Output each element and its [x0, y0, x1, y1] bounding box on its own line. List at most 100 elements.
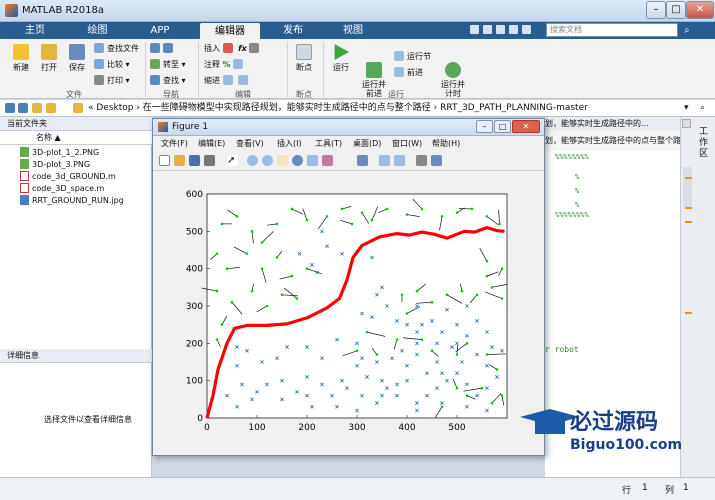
list-item[interactable]: 3D-plot_1_2.PNG: [20, 147, 99, 159]
find-files-button[interactable]: 查找文件: [94, 43, 139, 54]
menu-insert[interactable]: 插入(I): [277, 136, 302, 151]
open-file-icon[interactable]: [174, 155, 185, 166]
current-path[interactable]: « Desktop › 在一些障碍物模型中实现路径规划，能够实时生成路径中的点与…: [88, 100, 588, 116]
colorbar-icon[interactable]: [379, 155, 390, 166]
minimize-button[interactable]: –: [646, 1, 666, 19]
tab-home[interactable]: 主页: [10, 22, 60, 39]
search-docs-input[interactable]: 搜索文档: [546, 23, 678, 37]
show-tools-icon[interactable]: [431, 155, 442, 166]
indent-button[interactable]: 缩进: [204, 75, 251, 86]
goto-label: 转至: [163, 60, 179, 69]
tree-node: [365, 330, 369, 334]
panel-close-icon[interactable]: [682, 119, 691, 128]
list-item[interactable]: RRT_GROUND_RUN.jpg: [20, 195, 124, 207]
hide-tools-icon[interactable]: [416, 155, 427, 166]
figure-window[interactable]: Figure 1 – □ ✕ 文件(F) 编辑(E) 查看(V) 插入(I) 工…: [152, 118, 545, 456]
zoom-out-icon[interactable]: [262, 155, 273, 166]
back-icon[interactable]: [5, 103, 15, 113]
breakpoints-button[interactable]: 断点: [290, 44, 318, 73]
save-figure-icon[interactable]: [189, 155, 200, 166]
workspace-tab[interactable]: 工作区: [699, 127, 711, 160]
save-button[interactable]: 保存: [64, 44, 90, 73]
tab-view[interactable]: 视图: [328, 22, 378, 39]
rotate-icon[interactable]: [292, 155, 303, 166]
tree-node: [430, 349, 434, 353]
y-tick-label: 400: [186, 265, 203, 275]
brush-icon[interactable]: [322, 155, 333, 166]
new-figure-icon[interactable]: [159, 155, 170, 166]
tree-node: [305, 267, 309, 270]
menu-edit[interactable]: 编辑(E): [198, 136, 225, 151]
percent-icon: %: [222, 60, 231, 69]
close-button[interactable]: ✕: [686, 1, 714, 19]
data-cursor-icon[interactable]: [307, 155, 318, 166]
run-section-button[interactable]: 运行节: [394, 51, 431, 62]
search-folder-icon[interactable]: ⌕: [700, 100, 705, 116]
print-button[interactable]: 打印 ▾: [94, 75, 130, 86]
up-folder-icon[interactable]: [32, 103, 42, 113]
tab-apps[interactable]: APP: [135, 22, 185, 39]
menu-desktop[interactable]: 桌面(D): [353, 136, 381, 151]
menu-view[interactable]: 查看(V): [236, 136, 264, 151]
open-button[interactable]: 打开: [36, 44, 62, 73]
find-files-label: 查找文件: [107, 44, 139, 53]
copy-icon[interactable]: [496, 25, 505, 34]
maximize-button[interactable]: □: [666, 1, 686, 19]
tab-publish[interactable]: 发布: [268, 22, 318, 39]
y-tick-label: 500: [186, 227, 203, 237]
redo-icon[interactable]: [522, 25, 531, 34]
pointer-icon[interactable]: ➚: [227, 155, 238, 166]
menu-window[interactable]: 窗口(W): [392, 136, 422, 151]
undo-icon[interactable]: [509, 25, 518, 34]
code-comment: %%%%%%%%: [555, 153, 589, 161]
new-button[interactable]: 新建: [8, 44, 34, 73]
list-item[interactable]: 3D-plot_3.PNG: [20, 159, 90, 171]
tree-node: [420, 338, 424, 341]
code-area[interactable]: %%%%%%%% % % % %%%%%%%%: [545, 153, 680, 353]
figure-minimize-button[interactable]: –: [476, 120, 493, 133]
list-item[interactable]: code_3d_GROUND.m: [20, 171, 116, 183]
scrollbar[interactable]: [683, 167, 692, 207]
menu-help[interactable]: 帮助(H): [432, 136, 460, 151]
tab-plots[interactable]: 绘图: [70, 22, 125, 39]
quick-access-toolbar: [470, 25, 540, 36]
name-column-header[interactable]: 名称 ▲: [0, 131, 152, 145]
pan-icon[interactable]: [277, 155, 288, 166]
list-item[interactable]: code_3D_space.m: [20, 183, 104, 195]
forward-icon[interactable]: [18, 103, 28, 113]
tree-node: [490, 401, 494, 405]
run-button[interactable]: 运行: [328, 44, 354, 73]
nav-arrows[interactable]: [150, 43, 176, 53]
plot-area[interactable]: 0 100 200 300 400 500 0 100 200 300 400 500 600: [153, 171, 544, 455]
find-label: 查找: [163, 76, 179, 85]
tab-editor[interactable]: 编辑器: [200, 23, 260, 40]
comment-button[interactable]: 注释 %: [204, 59, 246, 70]
figure-maximize-button[interactable]: □: [494, 120, 511, 133]
goto-button[interactable]: 转至 ▾: [150, 59, 186, 70]
run-time-button[interactable]: 运行并 计时: [438, 44, 468, 107]
y-tick-label: 600: [186, 190, 203, 200]
search-icon[interactable]: ⌕: [684, 25, 690, 36]
tree-node: [350, 222, 354, 226]
compare-button[interactable]: 比较 ▾: [94, 59, 130, 70]
print-figure-icon[interactable]: [204, 155, 215, 166]
browse-folder-icon[interactable]: [46, 103, 56, 113]
run-section-label: 运行节: [407, 52, 431, 61]
tree-node: [485, 353, 489, 356]
advance-button[interactable]: 前进: [394, 67, 423, 78]
path-dropdown-icon[interactable]: ▾: [684, 100, 689, 116]
run-advance-button[interactable]: 运行并 前进: [359, 44, 389, 107]
menu-tools[interactable]: 工具(T): [315, 136, 342, 151]
menu-file[interactable]: 文件(F): [161, 136, 188, 151]
zoom-in-icon[interactable]: [247, 155, 258, 166]
insert-button[interactable]: 插入 fx: [204, 43, 262, 54]
find-button[interactable]: 查找 ▾: [150, 75, 186, 86]
legend-icon[interactable]: [394, 155, 405, 166]
file-name: code_3d_GROUND.m: [32, 172, 116, 181]
link-plot-icon[interactable]: [357, 155, 368, 166]
floppy-icon: [69, 44, 85, 60]
figure-close-button[interactable]: ✕: [512, 120, 540, 133]
figure-title-bar: Figure 1 – □ ✕: [153, 119, 544, 136]
cut-icon[interactable]: [483, 25, 492, 34]
save-icon[interactable]: [470, 25, 479, 34]
